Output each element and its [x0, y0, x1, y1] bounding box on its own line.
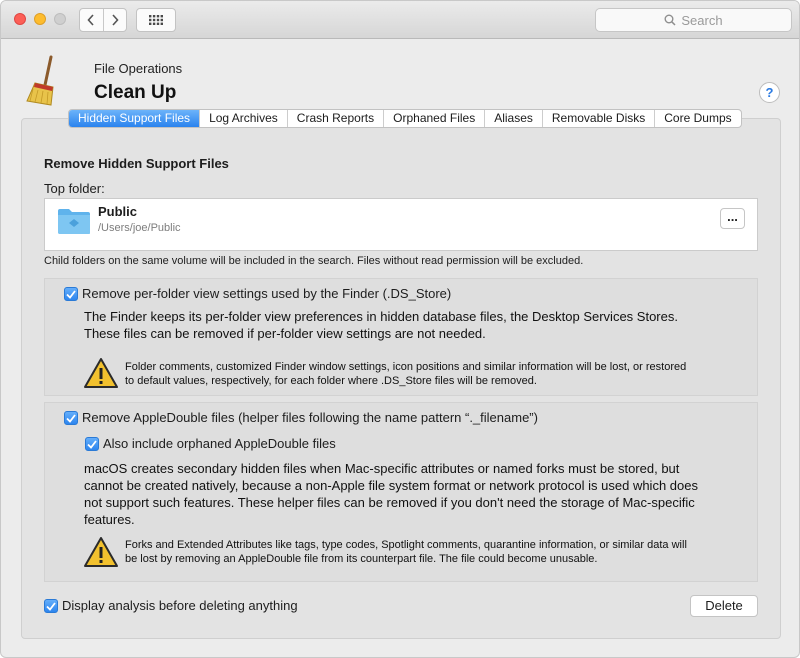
chevron-right-icon: [112, 14, 119, 26]
ds-store-description-line-1: The Finder keeps its per-folder view pre…: [84, 309, 678, 324]
tab-orphaned-files[interactable]: Orphaned Files: [383, 110, 484, 127]
appledouble-description-line-2: cannot be created natively, because a no…: [84, 478, 698, 493]
ds-store-warning-line-2: to default values, respectively, for eac…: [125, 375, 537, 387]
checkmark-icon: [66, 413, 76, 423]
forward-button[interactable]: [102, 9, 126, 31]
ds-store-description-line-2: These files can be removed if per-folder…: [84, 326, 486, 341]
tab-bar: Hidden Support Files Log Archives Crash …: [68, 109, 742, 128]
appledouble-description-line-4: features.: [84, 512, 135, 527]
top-folder-selector[interactable]: Public /Users/joe/Public ...: [44, 198, 758, 251]
search-icon: [664, 14, 676, 26]
orphaned-appledouble-checkbox[interactable]: [85, 437, 99, 451]
ds-store-group: Remove per-folder view settings used by …: [44, 278, 758, 396]
tab-log-archives[interactable]: Log Archives: [199, 110, 287, 127]
appledouble-description-line-3: not support such features. These helper …: [84, 495, 695, 510]
section-title: Remove Hidden Support Files: [44, 156, 229, 171]
zoom-window-button[interactable]: [54, 13, 66, 25]
tab-core-dumps[interactable]: Core Dumps: [654, 110, 740, 127]
checkmark-icon: [87, 439, 97, 449]
broom-icon: [26, 55, 54, 106]
display-analysis-label[interactable]: Display analysis before deleting anythin…: [62, 598, 298, 613]
appledouble-warning-line-1: Forks and Extended Attributes like tags,…: [125, 539, 687, 551]
folder-icon: [58, 209, 90, 234]
orphaned-appledouble-label[interactable]: Also include orphaned AppleDouble files: [103, 436, 336, 451]
minimize-window-button[interactable]: [34, 13, 46, 25]
warning-icon: [84, 358, 118, 388]
appledouble-checkbox[interactable]: [64, 411, 78, 425]
top-folder-label: Top folder:: [44, 181, 105, 196]
tab-aliases[interactable]: Aliases: [484, 110, 542, 127]
show-all-button[interactable]: [136, 8, 176, 32]
tab-removable-disks[interactable]: Removable Disks: [541, 110, 654, 127]
window: Search File Operations Clean Up ? Hidden…: [0, 0, 800, 658]
display-analysis-checkbox[interactable]: [44, 599, 58, 613]
choose-folder-button[interactable]: ...: [720, 208, 745, 229]
help-button[interactable]: ?: [759, 82, 780, 103]
warning-icon: [84, 537, 118, 567]
appledouble-warning-line-2: be lost by removing an AppleDouble file …: [125, 553, 598, 565]
ds-store-checkbox[interactable]: [64, 287, 78, 301]
tab-hidden-support-files[interactable]: Hidden Support Files: [69, 110, 200, 127]
grid-icon: [149, 15, 163, 25]
search-field[interactable]: Search: [595, 8, 792, 32]
page-title: Clean Up: [94, 82, 177, 103]
chevron-left-icon: [87, 14, 95, 26]
back-button[interactable]: [80, 9, 103, 31]
back-forward-group: [79, 8, 127, 32]
page-subtitle: File Operations: [94, 61, 183, 76]
child-folders-note: Child folders on the same volume will be…: [44, 255, 584, 267]
delete-button[interactable]: Delete: [690, 595, 758, 617]
appledouble-description-line-1: macOS creates secondary hidden files whe…: [84, 461, 680, 476]
tab-crash-reports[interactable]: Crash Reports: [286, 110, 383, 127]
folder-name: Public: [98, 204, 138, 219]
folder-path: /Users/joe/Public: [98, 222, 181, 234]
checkmark-icon: [66, 289, 76, 299]
search-placeholder: Search: [681, 12, 723, 28]
ds-store-warning-line-1: Folder comments, customized Finder windo…: [125, 361, 687, 373]
ds-store-label[interactable]: Remove per-folder view settings used by …: [82, 286, 451, 301]
appledouble-group: Remove AppleDouble files (helper files f…: [44, 402, 758, 582]
appledouble-label[interactable]: Remove AppleDouble files (helper files f…: [82, 410, 538, 425]
checkmark-icon: [46, 601, 56, 611]
close-window-button[interactable]: [14, 13, 26, 25]
titlebar: Search: [1, 1, 799, 39]
